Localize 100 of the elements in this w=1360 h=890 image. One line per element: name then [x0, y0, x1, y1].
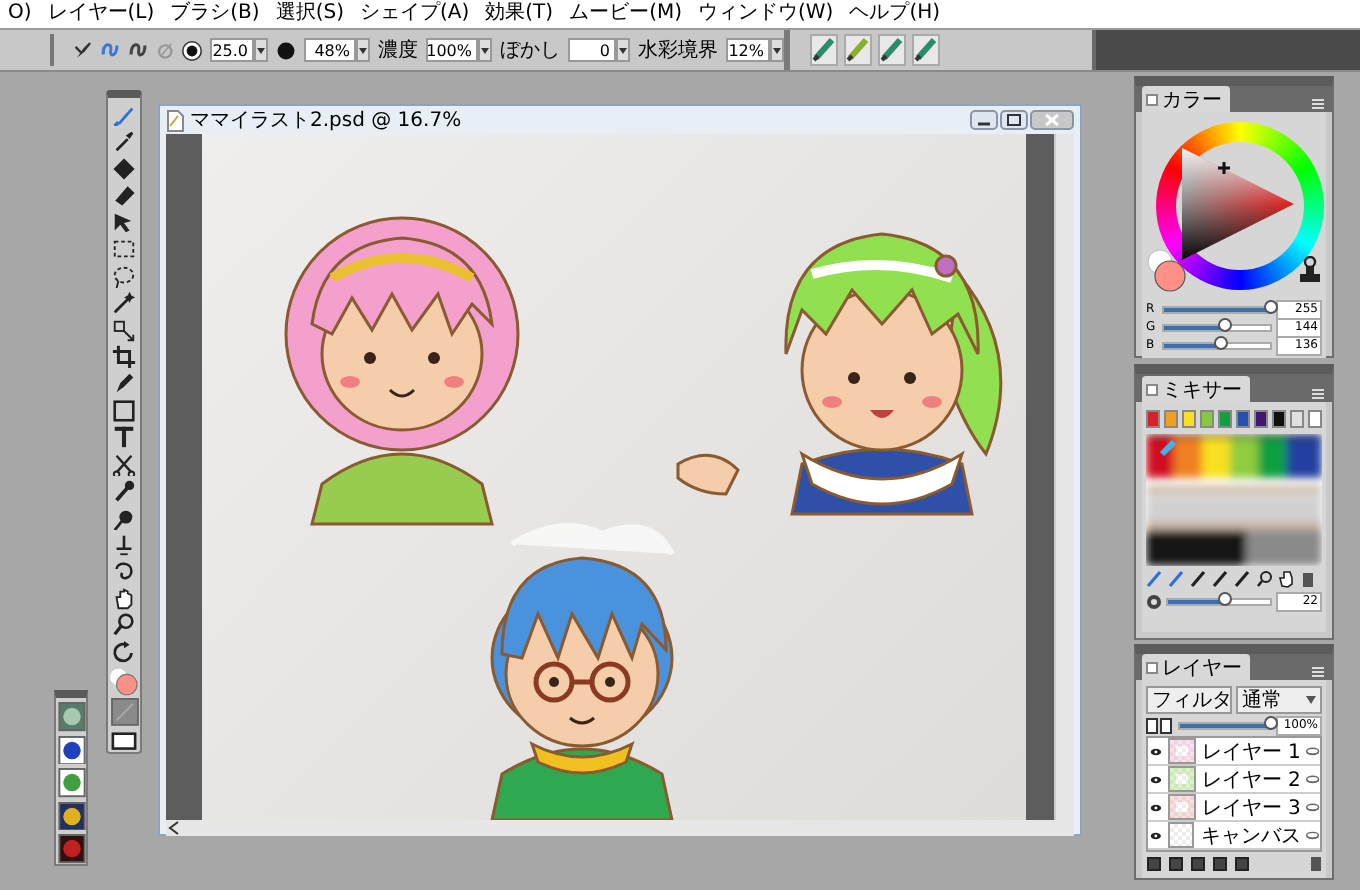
link-icon[interactable] [1168, 856, 1184, 872]
scroll-left-icon[interactable] [166, 820, 182, 836]
trash-icon[interactable] [1310, 856, 1322, 872]
menu-item[interactable]: O) [0, 0, 40, 28]
layer-stack-icon [1306, 829, 1320, 841]
trash-icon[interactable] [1300, 570, 1316, 588]
color-swatch[interactable] [1272, 410, 1286, 428]
dropdown-icon[interactable] [616, 38, 630, 62]
rotate-icon[interactable] [110, 639, 138, 664]
tab-checkbox-icon [1146, 661, 1158, 673]
gradient-swatch-icon[interactable] [57, 801, 85, 831]
vertical-scrollbar[interactable] [1054, 134, 1074, 820]
duplicate-icon[interactable] [1190, 856, 1206, 872]
transform-icon[interactable] [110, 317, 138, 342]
menu-item[interactable]: 選択(S) [267, 0, 352, 28]
menu-item[interactable]: ウィンドウ(W) [690, 0, 842, 28]
current-color-icon[interactable] [1146, 248, 1186, 292]
color-swatch[interactable] [1200, 410, 1214, 428]
brush-preset-icon[interactable] [912, 34, 940, 66]
density-field[interactable]: 100% [426, 38, 478, 62]
color-swatch[interactable] [1254, 410, 1268, 428]
panel-tab[interactable]: レイヤー [1142, 654, 1250, 680]
leaf-icon[interactable] [57, 768, 85, 798]
opacity-icon [276, 37, 296, 63]
menu-item[interactable]: レイヤー(L) [39, 0, 163, 28]
diamond-icon[interactable] [110, 155, 138, 180]
layer-row[interactable]: レイヤー 1 [1148, 738, 1320, 766]
hand-icon[interactable] [110, 585, 138, 610]
eye-icon[interactable] [1150, 801, 1162, 813]
layer-row[interactable]: キャンバス [1148, 822, 1320, 850]
blur-field[interactable]: 0 [568, 38, 616, 62]
menu-item[interactable]: 効果(T) [477, 0, 562, 28]
crop-icon[interactable] [110, 343, 138, 368]
swirl-icon[interactable] [110, 558, 138, 583]
blend-mode-dropdown[interactable]: 通常 [1236, 686, 1322, 714]
color-swatch[interactable] [1236, 410, 1250, 428]
color-swatch[interactable] [1290, 410, 1304, 428]
channel-slider[interactable] [1162, 341, 1272, 349]
layer-name: レイヤー 2 [1201, 767, 1301, 793]
filter-dropdown[interactable]: フィルタ [1146, 686, 1232, 714]
dropdown-icon[interactable] [356, 38, 370, 62]
minimize-icon[interactable] [970, 110, 998, 130]
color-swatch[interactable] [1308, 410, 1322, 428]
hand-icon[interactable] [1278, 570, 1294, 588]
eye-icon[interactable] [1150, 773, 1162, 785]
dashed-rectangle-icon[interactable] [110, 236, 138, 261]
magnifier-icon[interactable] [110, 612, 138, 637]
color-swatch[interactable] [1164, 410, 1178, 428]
screen-mode-icon[interactable] [110, 729, 138, 752]
channel-slider[interactable] [1162, 305, 1272, 313]
layer-row[interactable]: レイヤー 2 [1148, 766, 1320, 794]
size-field[interactable]: 25.0 [210, 38, 254, 62]
lock-icon[interactable] [1234, 856, 1250, 872]
maximize-icon[interactable] [1000, 110, 1028, 130]
color-swatch[interactable] [1218, 410, 1232, 428]
magic-wand-icon[interactable] [110, 290, 138, 315]
layer-name: レイヤー 3 [1201, 795, 1301, 821]
panel-menu-icon[interactable] [1310, 664, 1326, 680]
menu-item[interactable]: シェイプ(A) [351, 0, 478, 28]
scissors-icon[interactable] [110, 451, 138, 476]
panel-menu-icon[interactable] [1310, 386, 1326, 402]
brush-preset-icon[interactable] [810, 34, 838, 66]
horizontal-scrollbar[interactable] [166, 820, 1074, 836]
eraser-icon[interactable] [110, 182, 138, 207]
opacity-field[interactable]: 48% [304, 38, 356, 62]
eye-icon[interactable] [1150, 829, 1162, 841]
text-tool-icon[interactable] [110, 424, 138, 449]
mixer-size-slider[interactable] [1166, 598, 1272, 606]
gradient-swatch-icon[interactable] [57, 834, 85, 864]
opacity-slider[interactable] [1178, 722, 1272, 730]
pattern-swatch-icon[interactable] [57, 702, 85, 732]
menu-item[interactable]: ムービー(M) [561, 0, 690, 28]
new-layer-icon[interactable] [1146, 856, 1162, 872]
mask-icon[interactable] [1212, 856, 1228, 872]
paper-texture-icon[interactable] [109, 698, 139, 727]
channel-slider[interactable] [1162, 323, 1272, 331]
panel-menu-icon[interactable] [1310, 96, 1326, 112]
magnifier-icon[interactable] [1256, 570, 1272, 588]
layer-options-icon[interactable] [1146, 718, 1174, 734]
brush-preset-icon[interactable] [844, 34, 872, 66]
eye-icon[interactable] [1150, 745, 1162, 757]
eyedropper-icon[interactable] [110, 128, 138, 153]
wet-edge-field[interactable]: 12% [726, 38, 770, 62]
menu-item[interactable]: ブラシ(B) [162, 0, 268, 28]
dropdown-icon[interactable] [254, 38, 268, 62]
panel-tab[interactable]: カラー [1142, 86, 1230, 112]
color-swatch-icon[interactable] [108, 666, 140, 697]
mixer-pad-drawing[interactable] [1146, 434, 1322, 566]
brush-size-icon [182, 37, 202, 63]
color-swatch[interactable] [1146, 410, 1160, 428]
menu-item[interactable]: ヘルプ(H) [841, 0, 949, 28]
dropdown-icon[interactable] [770, 38, 784, 62]
lasso-icon[interactable] [110, 263, 138, 288]
layer-row[interactable]: レイヤー 3 [1148, 794, 1320, 822]
dropdown-icon[interactable] [478, 38, 492, 62]
brush-preset-icon[interactable] [878, 34, 906, 66]
panel-tab[interactable]: ミキサー [1142, 376, 1250, 402]
color-swatch[interactable] [1182, 410, 1196, 428]
rectangle-icon[interactable] [110, 397, 138, 422]
blob-icon[interactable] [57, 735, 85, 765]
